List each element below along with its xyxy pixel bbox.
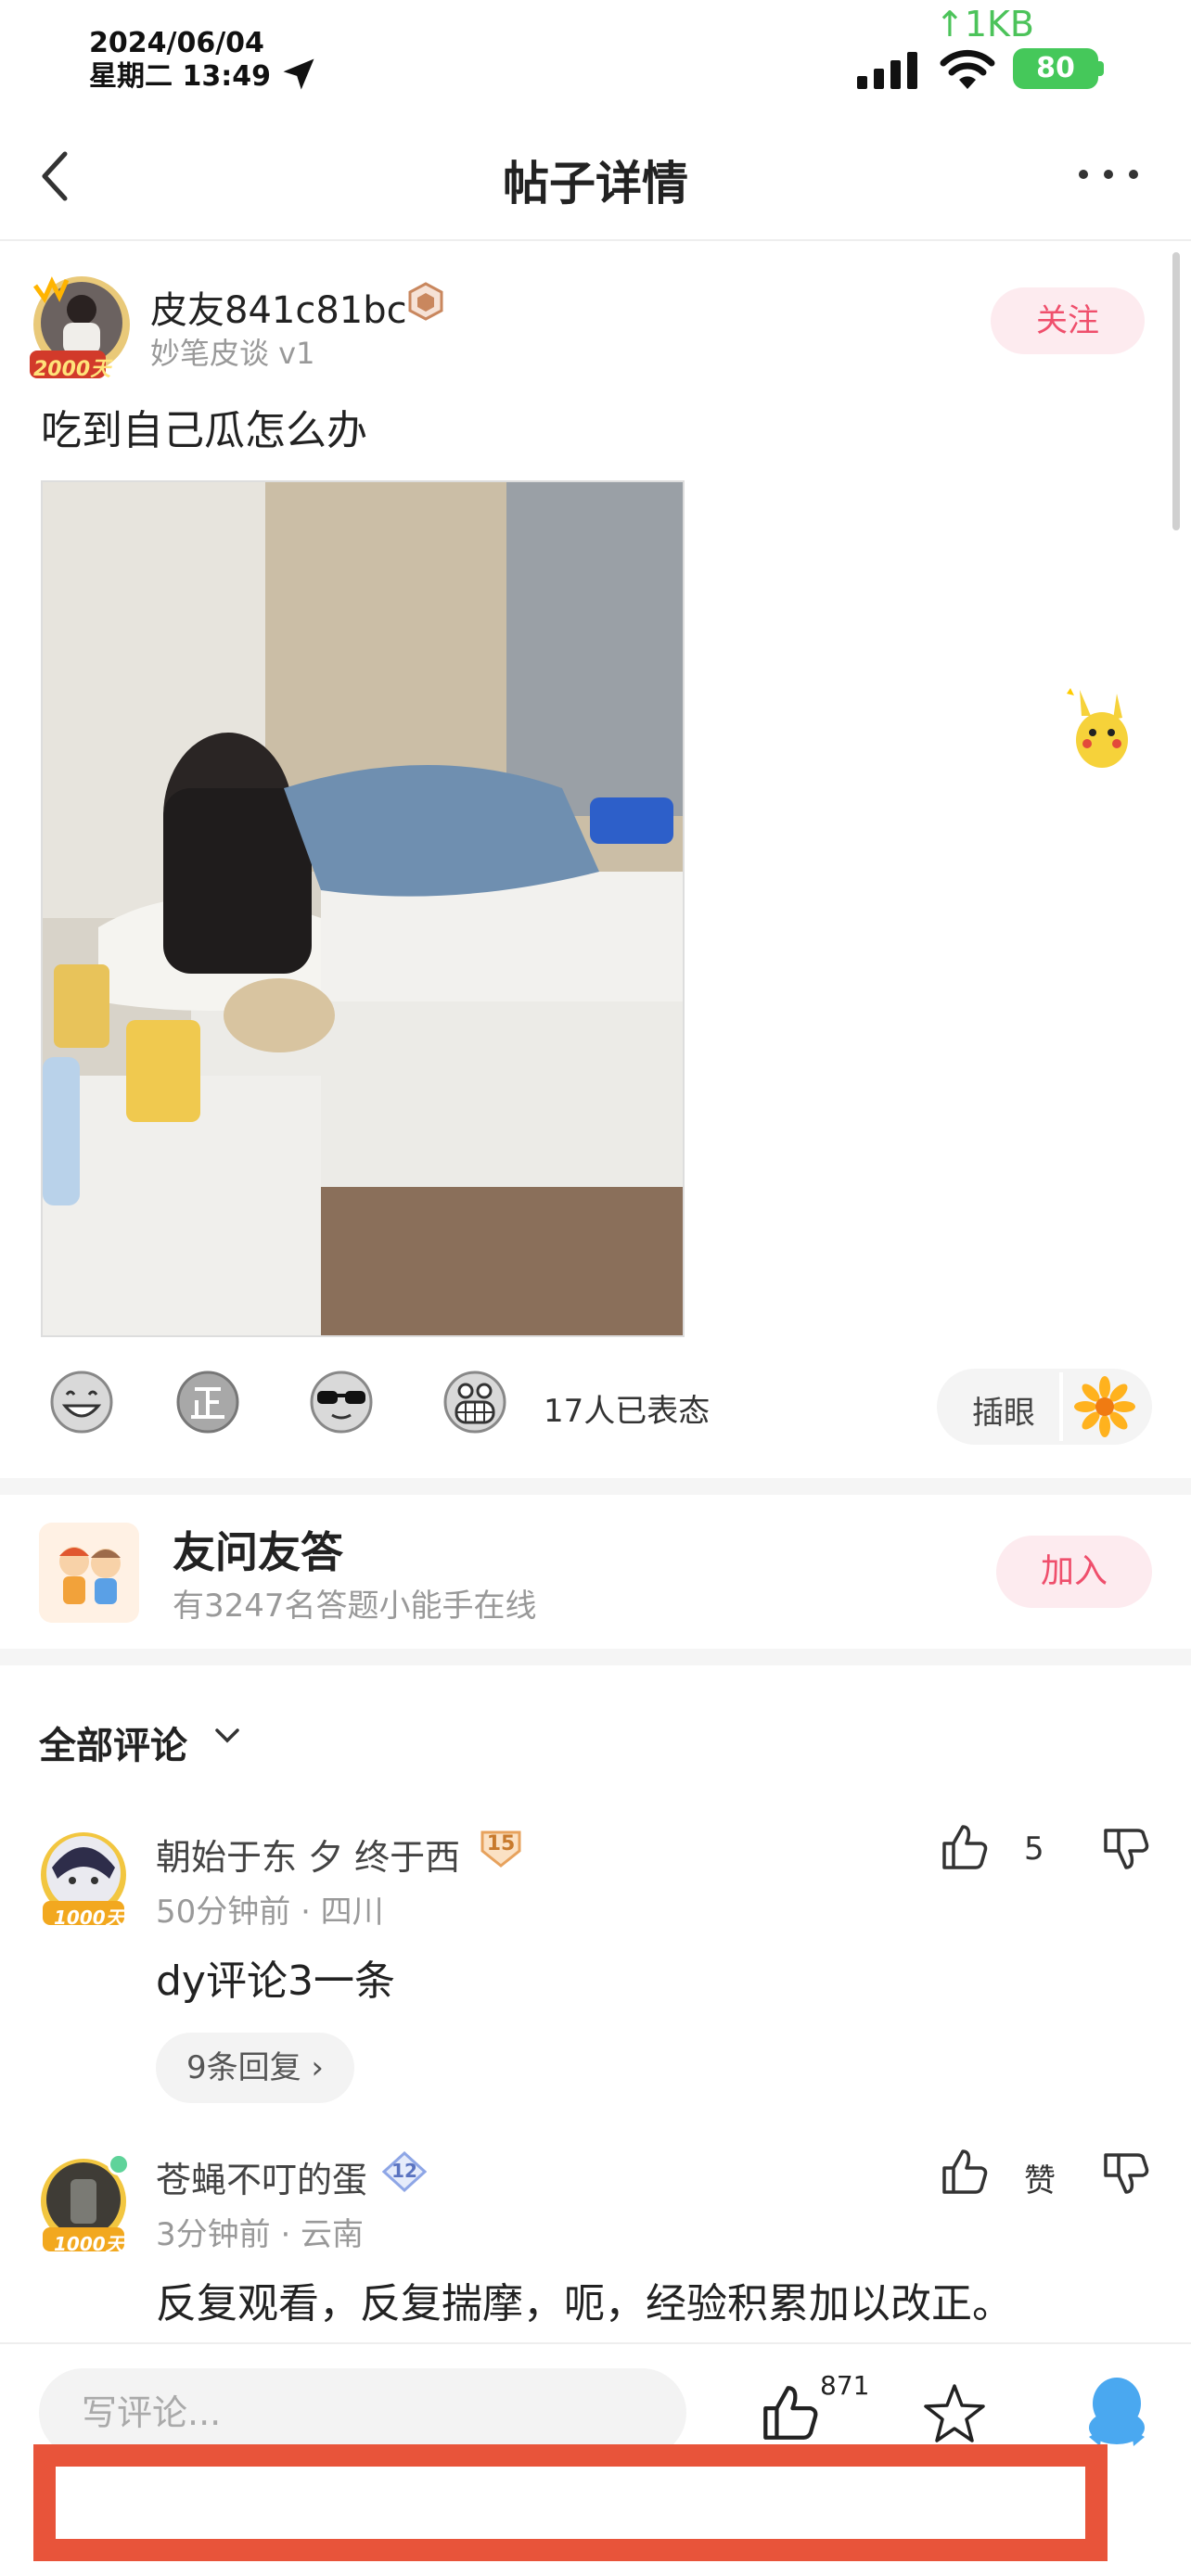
- avatar-days-badge: 2000天: [33, 358, 111, 381]
- highlight-box: [33, 2444, 1108, 2561]
- wifi-icon: [940, 49, 995, 89]
- level-badge: 15: [479, 1829, 523, 1869]
- poke-divider: [1059, 1372, 1063, 1441]
- view-replies-button[interactable]: 9条回复 ›: [156, 2033, 354, 2103]
- comment-author-name[interactable]: 朝始于东 夕 终于西: [156, 1829, 460, 1880]
- qq-penguin-icon[interactable]: [1083, 2376, 1150, 2450]
- thumbs-down-icon[interactable]: [1100, 2148, 1150, 2198]
- comment-meta: 50分钟前 · 四川: [156, 1894, 384, 1931]
- poke-button[interactable]: 插眼: [937, 1369, 1152, 1445]
- upright-emoji-icon[interactable]: [174, 1369, 241, 1435]
- scrollbar-thumb[interactable]: [1172, 252, 1180, 530]
- all-comments-label[interactable]: 全部评论: [39, 1715, 187, 1769]
- comment-author-name[interactable]: 苍蝇不叮的蛋: [156, 2151, 367, 2202]
- photo-illustration: [43, 482, 683, 1335]
- battery-tip: [1098, 61, 1104, 76]
- page-title: 帖子详情: [503, 157, 688, 210]
- comment-avatar[interactable]: 1000天: [33, 1827, 134, 1929]
- comment-text: dy评论3一条: [156, 1958, 395, 2005]
- star-favorite-icon[interactable]: [922, 2381, 987, 2446]
- view-replies-label: 9条回复: [186, 2049, 301, 2086]
- comment-meta: 3分钟前 · 云南: [156, 2216, 365, 2253]
- level-badge: 12: [381, 2150, 428, 2193]
- thumbs-up-icon[interactable]: [759, 2381, 822, 2444]
- reactions-count: 17人已表态: [544, 1393, 711, 1430]
- thumbs-down-icon[interactable]: [1100, 1823, 1150, 1873]
- cellular-signal-icon: [857, 52, 917, 89]
- status-date: 2024/06/04: [89, 27, 264, 59]
- join-button[interactable]: 加入: [996, 1536, 1152, 1608]
- section-separator: [0, 1649, 1191, 1665]
- comment-like-count: 5: [1024, 1830, 1044, 1868]
- thumbs-up-icon[interactable]: [939, 1821, 991, 1873]
- grinning-emoji-icon[interactable]: [442, 1369, 508, 1435]
- qa-subtitle: 有3247名答题小能手在线: [173, 1588, 537, 1625]
- author-avatar[interactable]: 2000天: [26, 269, 137, 381]
- author-subtitle: 妙笔皮谈 v1: [150, 336, 315, 371]
- qa-cartoon-icon[interactable]: [39, 1523, 139, 1623]
- thumbs-up-icon[interactable]: [939, 2146, 991, 2198]
- network-speed: ↑1KB: [935, 4, 1035, 45]
- comment-text: 反复观看，反复揣摩，呃，经验积累加以改正。: [156, 2280, 1013, 2327]
- follow-button[interactable]: 关注: [991, 287, 1145, 354]
- battery-indicator: 80: [1013, 48, 1098, 89]
- sunglasses-emoji-icon[interactable]: [308, 1369, 375, 1435]
- online-status-dot: [108, 2153, 130, 2175]
- comment-avatar-badge: 1000天: [54, 2233, 124, 2255]
- post-text: 吃到自己瓜怎么办: [41, 407, 367, 454]
- laughing-emoji-icon[interactable]: [48, 1369, 115, 1435]
- section-separator: [0, 1478, 1191, 1495]
- location-arrow-icon: [283, 58, 314, 90]
- level-number: 12: [391, 2160, 417, 2182]
- author-name[interactable]: 皮友841c81bc: [150, 280, 407, 334]
- cube-badge-icon: [408, 282, 443, 321]
- status-bar: 2024/06/04 星期二 13:49 ↑1KB 80: [0, 0, 1191, 102]
- poke-label: 插眼: [972, 1395, 1035, 1432]
- level-number: 15: [486, 1832, 516, 1855]
- post-like-count: 871: [820, 2370, 870, 2401]
- comment-avatar-badge: 1000天: [54, 1906, 124, 1929]
- qa-title[interactable]: 友问友答: [173, 1519, 343, 1580]
- post-photo[interactable]: [41, 480, 685, 1337]
- comment-like-count: 赞: [1024, 2162, 1056, 2200]
- pikachu-sticker-icon[interactable]: [1065, 684, 1139, 773]
- status-time: 星期二 13:49: [89, 60, 271, 93]
- post-detail-page: 2024/06/04 星期二 13:49 ↑1KB 80 帖子详情 2000天 …: [0, 0, 1191, 2576]
- comment-avatar[interactable]: 1000天: [33, 2153, 134, 2255]
- more-options-icon[interactable]: [1076, 165, 1141, 184]
- nav-bar: 帖子详情: [0, 102, 1191, 241]
- flower-icon: [1074, 1376, 1135, 1437]
- chevron-down-icon[interactable]: [213, 1727, 241, 1745]
- chevron-right-icon: ›: [301, 2049, 325, 2086]
